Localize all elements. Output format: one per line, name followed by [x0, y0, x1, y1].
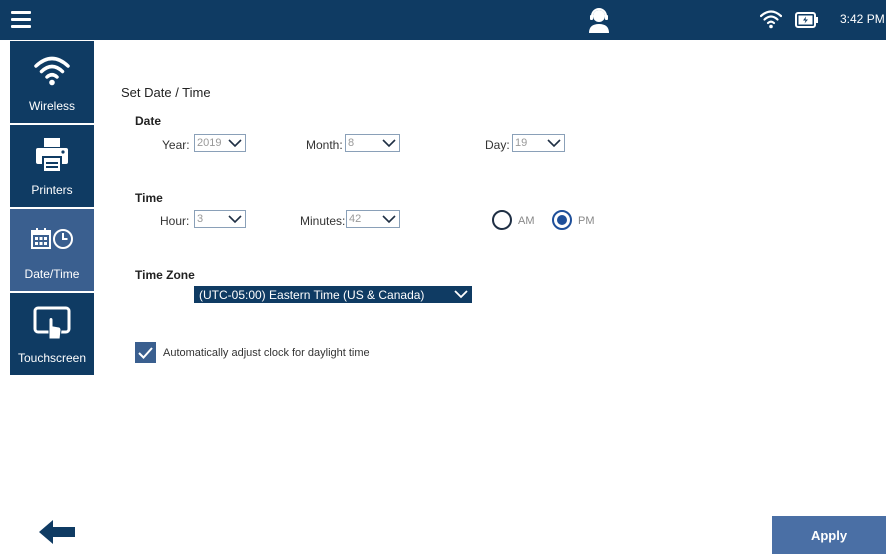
timezone-value: (UTC-05:00) Eastern Time (US & Canada): [199, 288, 425, 302]
date-section-title: Date: [135, 114, 162, 128]
dst-label: Automatically adjust clock for daylight …: [163, 347, 370, 359]
sidebar-item-label: Printers: [31, 183, 73, 197]
chevron-down-icon: [382, 215, 396, 224]
status-clock: 3:42 PM: [840, 12, 885, 26]
hour-dropdown[interactable]: 3: [194, 210, 246, 228]
month-value: 8: [348, 137, 355, 149]
day-label: Day:: [485, 138, 510, 152]
printer-icon: [36, 138, 68, 173]
sidebar-item-label: Wireless: [28, 99, 75, 113]
year-value: 2019: [197, 137, 222, 149]
hour-label: Hour:: [160, 214, 190, 228]
am-radio[interactable]: [492, 210, 512, 230]
page-title: Set Date / Time: [121, 85, 211, 100]
day-value: 19: [515, 137, 528, 149]
wifi-icon: [34, 56, 70, 86]
timezone-section-title: Time Zone: [135, 268, 195, 282]
battery-charging-icon: [795, 12, 818, 28]
year-dropdown[interactable]: 2019: [194, 134, 246, 152]
top-bar: 3:42 PM: [0, 0, 886, 40]
month-dropdown[interactable]: 8: [345, 134, 400, 152]
hour-value: 3: [197, 213, 204, 225]
chevron-down-icon: [547, 139, 561, 148]
day-dropdown[interactable]: 19: [512, 134, 565, 152]
chevron-down-icon: [228, 215, 242, 224]
am-label: AM: [518, 215, 535, 227]
year-label: Year:: [162, 138, 190, 152]
month-label: Month:: [306, 138, 343, 152]
calendar-clock-icon: [31, 228, 73, 249]
sidebar-item-label: Date/Time: [24, 267, 80, 281]
touchscreen-icon: [33, 306, 71, 340]
sidebar-item-printers[interactable]: Printers: [10, 125, 94, 207]
chevron-down-icon: [454, 290, 468, 299]
minutes-dropdown[interactable]: 42: [346, 210, 400, 228]
chevron-down-icon: [228, 139, 242, 148]
hamburger-menu-icon[interactable]: [11, 11, 31, 29]
apply-button[interactable]: Apply: [772, 516, 886, 554]
time-section-title: Time: [135, 191, 163, 205]
support-agent-icon[interactable]: [588, 7, 610, 33]
sidebar-item-datetime[interactable]: Date/Time: [10, 209, 94, 291]
back-arrow-icon[interactable]: [38, 519, 76, 545]
wifi-status-icon: [760, 10, 782, 29]
pm-radio[interactable]: [552, 210, 572, 230]
sidebar-item-wireless[interactable]: Wireless: [10, 41, 94, 123]
pm-label: PM: [578, 215, 595, 227]
checkmark-icon: [138, 347, 153, 359]
sidebar-item-label: Touchscreen: [17, 351, 87, 365]
minutes-label: Minutes:: [300, 214, 346, 228]
dst-checkbox[interactable]: [135, 342, 156, 363]
sidebar: Wireless Printers Date/Time Touchscreen: [10, 41, 94, 377]
chevron-down-icon: [382, 139, 396, 148]
timezone-dropdown[interactable]: (UTC-05:00) Eastern Time (US & Canada): [194, 286, 472, 303]
sidebar-item-touchscreen[interactable]: Touchscreen: [10, 293, 94, 375]
minutes-value: 42: [349, 213, 362, 225]
